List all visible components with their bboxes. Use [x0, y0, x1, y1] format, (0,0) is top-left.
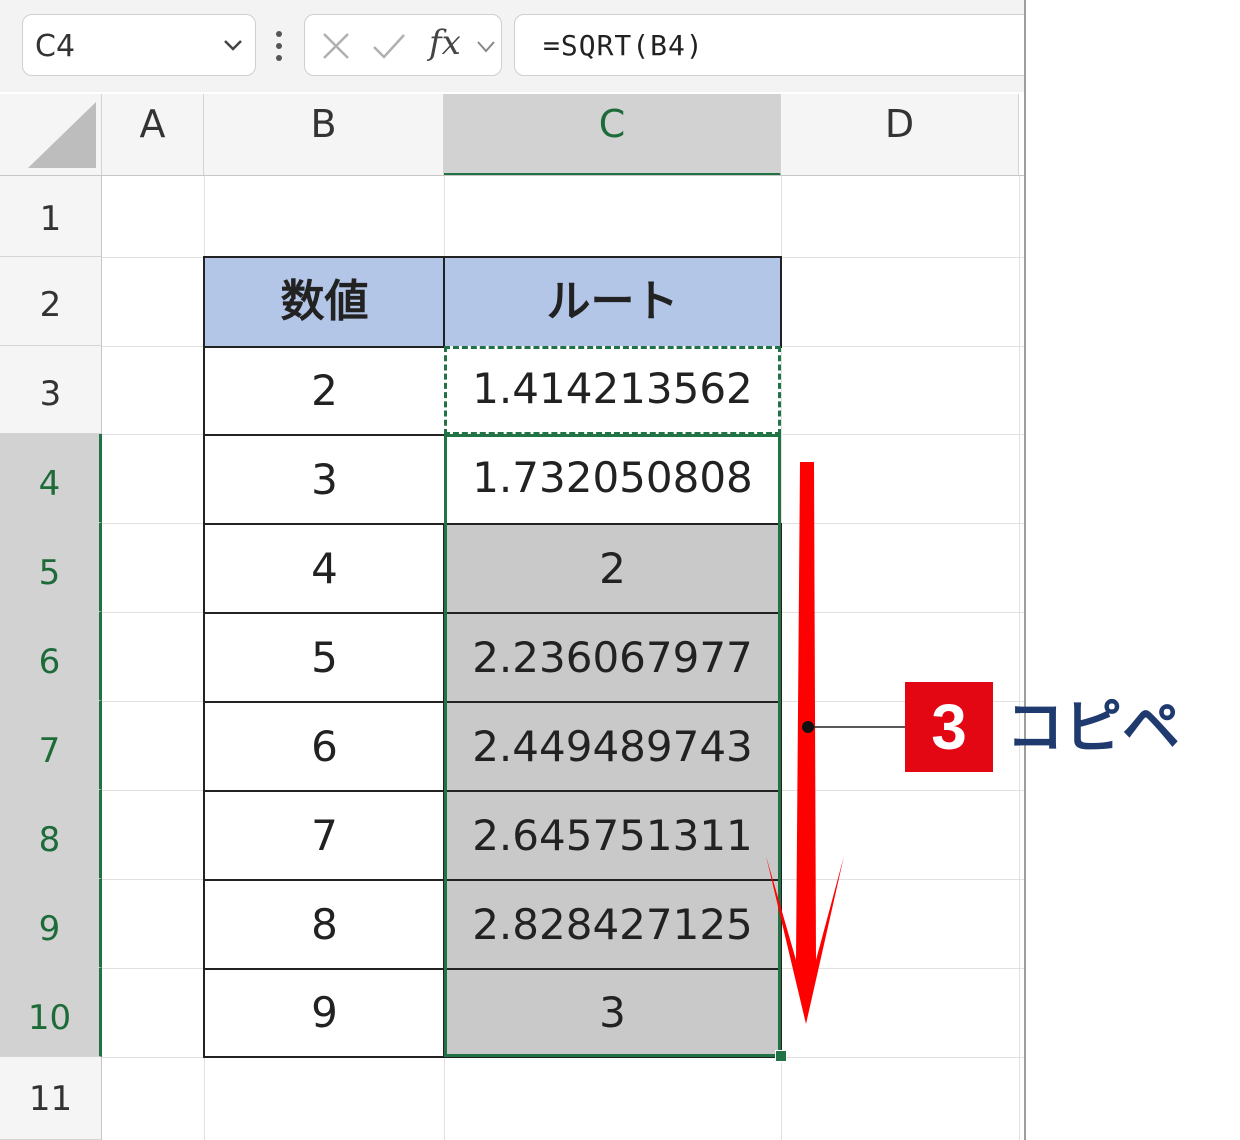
step-badge: 3: [905, 682, 993, 772]
annotation-overlay: [766, 462, 906, 1024]
step-label: コピペ: [1006, 693, 1181, 761]
down-arrow-icon: [766, 462, 844, 1024]
callout-dot: [802, 721, 814, 733]
